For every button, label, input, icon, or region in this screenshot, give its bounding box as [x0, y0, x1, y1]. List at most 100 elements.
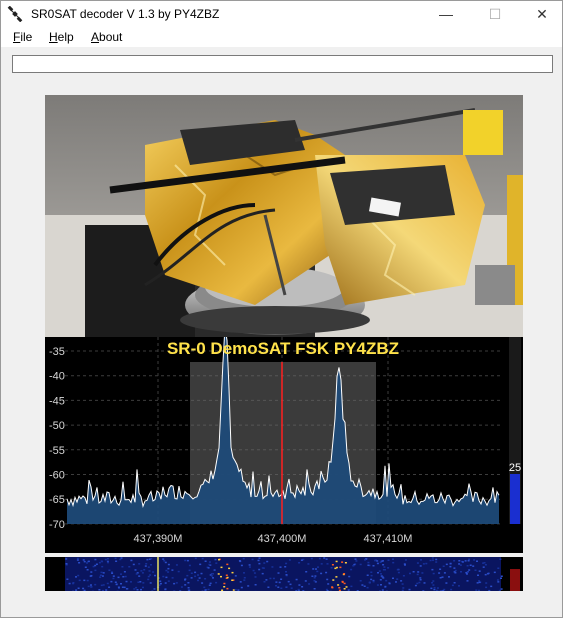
waterfall-pixel: [86, 579, 89, 582]
waterfall-pixel: [376, 584, 379, 586]
close-button[interactable]: ✕: [519, 1, 563, 27]
waterfall-pixel: [135, 586, 138, 589]
waterfall-pixel: [312, 568, 315, 570]
waterfall-pixel: [83, 560, 86, 563]
waterfall-pixel: [323, 557, 326, 559]
waterfall-pixel: [135, 573, 138, 575]
waterfall-pixel: [263, 562, 266, 564]
waterfall-pixel: [497, 581, 500, 583]
waterfall-pixel: [277, 572, 280, 574]
waterfall-pixel: [468, 569, 471, 571]
y-tick-label: -60: [49, 470, 65, 482]
waterfall-pixel: [120, 557, 123, 559]
waterfall-pixel: [165, 576, 168, 579]
waterfall-pixel: [84, 566, 87, 568]
waterfall-pixel: [254, 576, 257, 578]
decoded-text-input[interactable]: [12, 55, 553, 73]
waterfall-pixel: [458, 560, 461, 562]
waterfall-pixel: [87, 560, 90, 563]
waterfall-pixel: [372, 580, 375, 583]
waterfall-pixel: [111, 572, 114, 574]
waterfall-pixel: [387, 567, 390, 569]
y-tick-label: -70: [49, 519, 65, 531]
waterfall-pixel: [253, 572, 256, 574]
waterfall-pixel: [197, 574, 199, 576]
waterfall-pixel: [384, 585, 387, 588]
waterfall-pixel: [400, 580, 403, 582]
waterfall-pixel: [119, 558, 122, 561]
waterfall-pixel: [396, 569, 399, 571]
waterfall-pixel: [414, 584, 417, 587]
waterfall-display[interactable]: [45, 557, 523, 591]
waterfall-pixel: [408, 588, 411, 591]
waterfall-pixel: [382, 569, 385, 571]
window-title: SR0SAT decoder V 1.3 by PY4ZBZ: [31, 7, 220, 21]
waterfall-pixel: [438, 572, 441, 574]
waterfall-pixel: [275, 585, 277, 587]
waterfall-pixel: [171, 569, 174, 571]
menu-about[interactable]: About: [91, 30, 122, 44]
waterfall-pixel: [239, 581, 242, 583]
waterfall-pixel: [122, 576, 125, 578]
waterfall-pixel: [194, 557, 197, 560]
waterfall-pixel: [285, 574, 288, 576]
waterfall-pixel: [165, 569, 168, 572]
waterfall-pixel: [343, 588, 346, 590]
waterfall-pixel: [162, 558, 165, 560]
waterfall-pixel: [374, 559, 377, 562]
waterfall-pixel: [213, 569, 216, 571]
waterfall-pixel: [347, 589, 350, 591]
waterfall-pixel: [302, 590, 305, 591]
waterfall-pixel: [171, 577, 174, 579]
waterfall-pixel: [125, 588, 128, 590]
waterfall-pixel: [197, 579, 199, 582]
waterfall-pixel: [382, 577, 385, 579]
minimize-button[interactable]: —: [423, 1, 469, 27]
waterfall-pixel: [379, 579, 382, 581]
menu-file[interactable]: File: [13, 30, 32, 44]
waterfall-pixel: [485, 582, 488, 584]
waterfall-pixel: [159, 582, 162, 585]
waterfall-pixel: [422, 563, 425, 565]
waterfall-pixel: [101, 575, 104, 577]
waterfall-pixel: [147, 566, 150, 568]
waterfall-pixel: [488, 589, 491, 591]
waterfall-pixel: [106, 558, 109, 560]
waterfall-pixel: [326, 578, 329, 581]
waterfall-pixel: [436, 587, 439, 589]
waterfall-pixel: [184, 584, 187, 586]
spectrum-plot[interactable]: SR-0 DemoSAT FSK PY4ZBZ -35 -40 -45 -50 -55 -…: [45, 326, 523, 553]
waterfall-pixel: [439, 577, 442, 579]
waterfall-pixel: [258, 557, 261, 559]
waterfall-pixel: [138, 575, 141, 577]
waterfall-pixel: [475, 589, 478, 591]
waterfall-pixel: [468, 558, 471, 561]
waterfall-pixel: [401, 589, 404, 591]
waterfall-pixel: [330, 567, 333, 569]
waterfall-pixel: [271, 566, 274, 568]
waterfall-pixel: [392, 561, 395, 564]
waterfall-pixel: [221, 589, 224, 591]
waterfall-pixel: [203, 586, 206, 589]
maximize-button[interactable]: ☐: [472, 1, 518, 27]
waterfall-pixel: [100, 571, 103, 574]
waterfall-pixel: [211, 575, 213, 577]
waterfall-pixel: [207, 588, 210, 591]
x-tick-label: 437,400M: [258, 533, 307, 545]
menu-help[interactable]: Help: [49, 30, 74, 44]
waterfall-pixel: [433, 588, 436, 591]
waterfall-pixel: [359, 580, 362, 582]
waterfall-pixel: [500, 577, 502, 579]
waterfall-pixel: [214, 558, 217, 561]
waterfall-pixel: [215, 562, 218, 564]
waterfall-pixel: [188, 589, 191, 591]
waterfall-pixel: [225, 574, 228, 576]
waterfall-pixel: [285, 586, 288, 588]
spectrum-panel[interactable]: SR-0 DemoSAT FSK PY4ZBZ -35 -40 -45 -50 -55 -…: [45, 326, 523, 553]
title-bar[interactable]: SR0SAT decoder V 1.3 by PY4ZBZ — ☐ ✕: [1, 1, 562, 27]
waterfall-pixel: [190, 577, 193, 579]
waterfall-pixel: [486, 573, 489, 575]
waterfall-pixel: [363, 585, 366, 587]
menu-file-label: ile: [20, 30, 33, 44]
waterfall-pixel: [68, 582, 71, 585]
